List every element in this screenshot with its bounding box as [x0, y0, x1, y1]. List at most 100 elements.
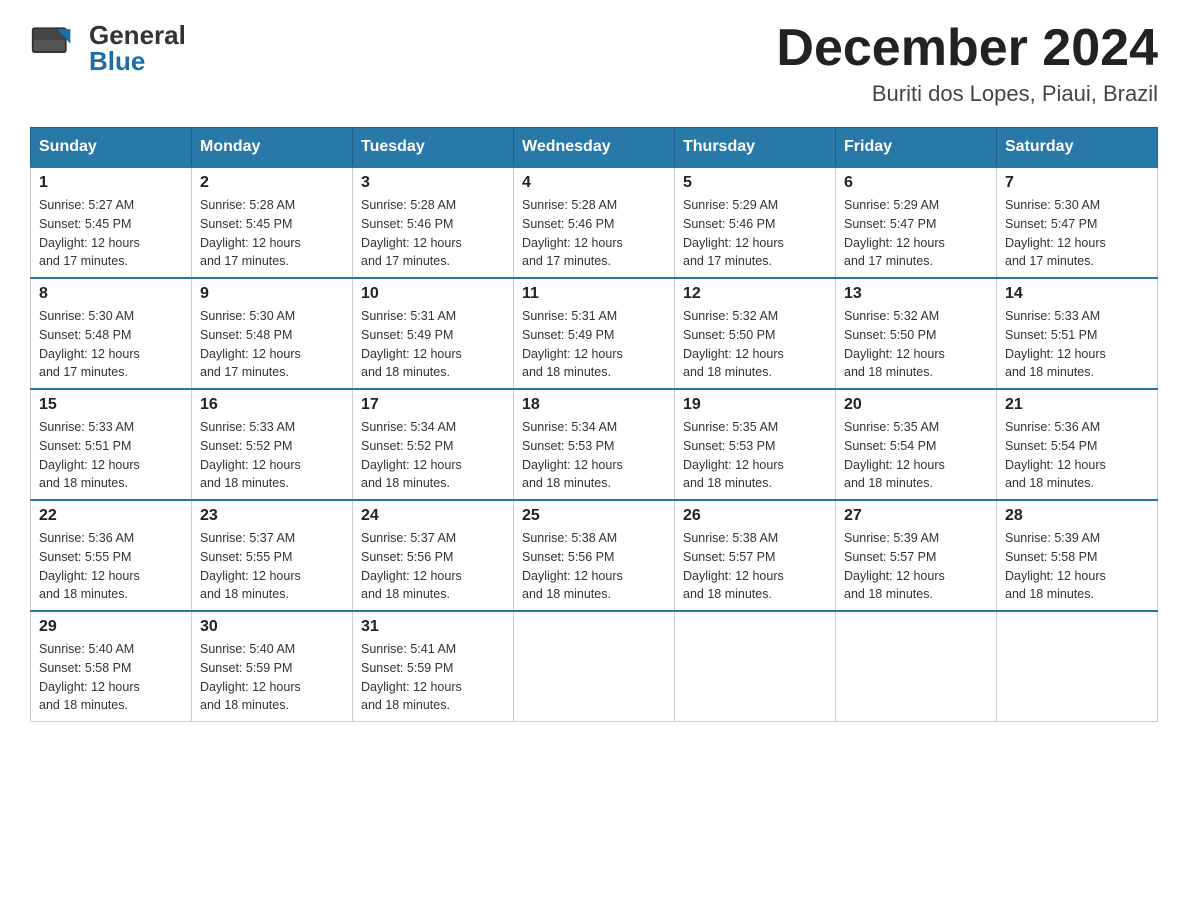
- calendar-cell: 5 Sunrise: 5:29 AM Sunset: 5:46 PM Dayli…: [675, 167, 836, 278]
- header-cell-friday: Friday: [836, 128, 997, 168]
- day-number: 15: [39, 396, 183, 414]
- day-info: Sunrise: 5:28 AM Sunset: 5:45 PM Dayligh…: [200, 196, 344, 271]
- calendar-cell: 14 Sunrise: 5:33 AM Sunset: 5:51 PM Dayl…: [997, 278, 1158, 389]
- day-number: 5: [683, 174, 827, 192]
- day-info: Sunrise: 5:32 AM Sunset: 5:50 PM Dayligh…: [844, 307, 988, 382]
- calendar-cell: 27 Sunrise: 5:39 AM Sunset: 5:57 PM Dayl…: [836, 500, 997, 611]
- day-info: Sunrise: 5:39 AM Sunset: 5:58 PM Dayligh…: [1005, 529, 1149, 604]
- day-info: Sunrise: 5:34 AM Sunset: 5:52 PM Dayligh…: [361, 418, 505, 493]
- day-number: 11: [522, 285, 666, 303]
- header-cell-tuesday: Tuesday: [353, 128, 514, 168]
- calendar-cell: 4 Sunrise: 5:28 AM Sunset: 5:46 PM Dayli…: [514, 167, 675, 278]
- day-number: 31: [361, 618, 505, 636]
- day-info: Sunrise: 5:37 AM Sunset: 5:55 PM Dayligh…: [200, 529, 344, 604]
- day-info: Sunrise: 5:37 AM Sunset: 5:56 PM Dayligh…: [361, 529, 505, 604]
- calendar-cell: 7 Sunrise: 5:30 AM Sunset: 5:47 PM Dayli…: [997, 167, 1158, 278]
- calendar-cell: 26 Sunrise: 5:38 AM Sunset: 5:57 PM Dayl…: [675, 500, 836, 611]
- calendar-week-3: 15 Sunrise: 5:33 AM Sunset: 5:51 PM Dayl…: [31, 389, 1158, 500]
- calendar-cell: 28 Sunrise: 5:39 AM Sunset: 5:58 PM Dayl…: [997, 500, 1158, 611]
- calendar-cell: 9 Sunrise: 5:30 AM Sunset: 5:48 PM Dayli…: [192, 278, 353, 389]
- day-number: 21: [1005, 396, 1149, 414]
- calendar-cell: 18 Sunrise: 5:34 AM Sunset: 5:53 PM Dayl…: [514, 389, 675, 500]
- calendar-cell: [675, 611, 836, 722]
- title-section: December 2024 Buriti dos Lopes, Piaui, B…: [776, 20, 1158, 107]
- calendar-cell: 29 Sunrise: 5:40 AM Sunset: 5:58 PM Dayl…: [31, 611, 192, 722]
- header-cell-sunday: Sunday: [31, 128, 192, 168]
- day-info: Sunrise: 5:28 AM Sunset: 5:46 PM Dayligh…: [522, 196, 666, 271]
- page-header: General Blue December 2024 Buriti dos Lo…: [30, 20, 1158, 107]
- calendar-cell: 21 Sunrise: 5:36 AM Sunset: 5:54 PM Dayl…: [997, 389, 1158, 500]
- day-number: 7: [1005, 174, 1149, 192]
- day-info: Sunrise: 5:40 AM Sunset: 5:58 PM Dayligh…: [39, 640, 183, 715]
- day-number: 20: [844, 396, 988, 414]
- logo-general-text: General: [89, 22, 186, 48]
- day-info: Sunrise: 5:30 AM Sunset: 5:48 PM Dayligh…: [39, 307, 183, 382]
- day-number: 10: [361, 285, 505, 303]
- day-info: Sunrise: 5:29 AM Sunset: 5:47 PM Dayligh…: [844, 196, 988, 271]
- calendar-cell: 23 Sunrise: 5:37 AM Sunset: 5:55 PM Dayl…: [192, 500, 353, 611]
- day-number: 13: [844, 285, 988, 303]
- calendar-cell: 19 Sunrise: 5:35 AM Sunset: 5:53 PM Dayl…: [675, 389, 836, 500]
- logo-blue-text: Blue: [89, 48, 186, 74]
- calendar-header: SundayMondayTuesdayWednesdayThursdayFrid…: [31, 128, 1158, 168]
- day-info: Sunrise: 5:38 AM Sunset: 5:56 PM Dayligh…: [522, 529, 666, 604]
- calendar-cell: 25 Sunrise: 5:38 AM Sunset: 5:56 PM Dayl…: [514, 500, 675, 611]
- calendar-cell: [836, 611, 997, 722]
- day-info: Sunrise: 5:28 AM Sunset: 5:46 PM Dayligh…: [361, 196, 505, 271]
- calendar-cell: 24 Sunrise: 5:37 AM Sunset: 5:56 PM Dayl…: [353, 500, 514, 611]
- day-info: Sunrise: 5:41 AM Sunset: 5:59 PM Dayligh…: [361, 640, 505, 715]
- day-info: Sunrise: 5:33 AM Sunset: 5:52 PM Dayligh…: [200, 418, 344, 493]
- day-info: Sunrise: 5:30 AM Sunset: 5:48 PM Dayligh…: [200, 307, 344, 382]
- header-cell-monday: Monday: [192, 128, 353, 168]
- calendar-cell: 3 Sunrise: 5:28 AM Sunset: 5:46 PM Dayli…: [353, 167, 514, 278]
- calendar-cell: 22 Sunrise: 5:36 AM Sunset: 5:55 PM Dayl…: [31, 500, 192, 611]
- calendar-cell: 8 Sunrise: 5:30 AM Sunset: 5:48 PM Dayli…: [31, 278, 192, 389]
- day-number: 18: [522, 396, 666, 414]
- calendar-cell: 15 Sunrise: 5:33 AM Sunset: 5:51 PM Dayl…: [31, 389, 192, 500]
- day-info: Sunrise: 5:33 AM Sunset: 5:51 PM Dayligh…: [39, 418, 183, 493]
- day-info: Sunrise: 5:39 AM Sunset: 5:57 PM Dayligh…: [844, 529, 988, 604]
- day-info: Sunrise: 5:35 AM Sunset: 5:54 PM Dayligh…: [844, 418, 988, 493]
- day-number: 22: [39, 507, 183, 525]
- day-info: Sunrise: 5:31 AM Sunset: 5:49 PM Dayligh…: [361, 307, 505, 382]
- day-info: Sunrise: 5:33 AM Sunset: 5:51 PM Dayligh…: [1005, 307, 1149, 382]
- calendar-title: December 2024: [776, 20, 1158, 77]
- day-number: 27: [844, 507, 988, 525]
- day-number: 16: [200, 396, 344, 414]
- calendar-cell: [997, 611, 1158, 722]
- day-number: 17: [361, 396, 505, 414]
- calendar-cell: 6 Sunrise: 5:29 AM Sunset: 5:47 PM Dayli…: [836, 167, 997, 278]
- day-number: 26: [683, 507, 827, 525]
- calendar-cell: 11 Sunrise: 5:31 AM Sunset: 5:49 PM Dayl…: [514, 278, 675, 389]
- day-info: Sunrise: 5:40 AM Sunset: 5:59 PM Dayligh…: [200, 640, 344, 715]
- day-info: Sunrise: 5:32 AM Sunset: 5:50 PM Dayligh…: [683, 307, 827, 382]
- header-cell-thursday: Thursday: [675, 128, 836, 168]
- day-info: Sunrise: 5:35 AM Sunset: 5:53 PM Dayligh…: [683, 418, 827, 493]
- day-number: 25: [522, 507, 666, 525]
- calendar-table: SundayMondayTuesdayWednesdayThursdayFrid…: [30, 127, 1158, 722]
- calendar-cell: 31 Sunrise: 5:41 AM Sunset: 5:59 PM Dayl…: [353, 611, 514, 722]
- day-info: Sunrise: 5:34 AM Sunset: 5:53 PM Dayligh…: [522, 418, 666, 493]
- calendar-cell: 16 Sunrise: 5:33 AM Sunset: 5:52 PM Dayl…: [192, 389, 353, 500]
- day-number: 12: [683, 285, 827, 303]
- day-number: 14: [1005, 285, 1149, 303]
- calendar-cell: 30 Sunrise: 5:40 AM Sunset: 5:59 PM Dayl…: [192, 611, 353, 722]
- day-info: Sunrise: 5:29 AM Sunset: 5:46 PM Dayligh…: [683, 196, 827, 271]
- day-number: 3: [361, 174, 505, 192]
- day-number: 30: [200, 618, 344, 636]
- day-number: 4: [522, 174, 666, 192]
- day-number: 24: [361, 507, 505, 525]
- calendar-week-4: 22 Sunrise: 5:36 AM Sunset: 5:55 PM Dayl…: [31, 500, 1158, 611]
- calendar-cell: 10 Sunrise: 5:31 AM Sunset: 5:49 PM Dayl…: [353, 278, 514, 389]
- day-number: 29: [39, 618, 183, 636]
- day-number: 9: [200, 285, 344, 303]
- day-number: 8: [39, 285, 183, 303]
- logo-name: General Blue: [89, 22, 186, 74]
- day-number: 19: [683, 396, 827, 414]
- day-info: Sunrise: 5:36 AM Sunset: 5:55 PM Dayligh…: [39, 529, 183, 604]
- calendar-body: 1 Sunrise: 5:27 AM Sunset: 5:45 PM Dayli…: [31, 167, 1158, 722]
- calendar-cell: 1 Sunrise: 5:27 AM Sunset: 5:45 PM Dayli…: [31, 167, 192, 278]
- day-info: Sunrise: 5:30 AM Sunset: 5:47 PM Dayligh…: [1005, 196, 1149, 271]
- calendar-week-5: 29 Sunrise: 5:40 AM Sunset: 5:58 PM Dayl…: [31, 611, 1158, 722]
- logo: General Blue: [30, 20, 186, 75]
